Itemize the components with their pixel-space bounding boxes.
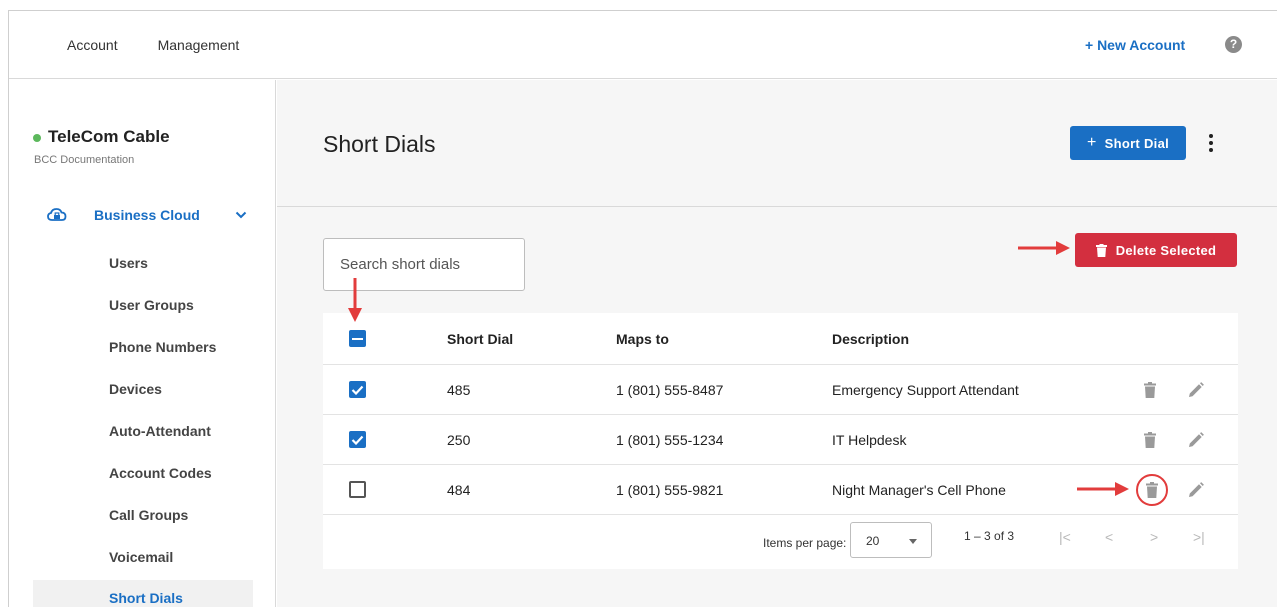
- dropdown-arrow-icon: [909, 539, 917, 544]
- column-header-short-dial[interactable]: Short Dial: [447, 313, 513, 364]
- more-options-icon[interactable]: [1208, 134, 1214, 152]
- items-per-page-select[interactable]: 20: [850, 522, 932, 558]
- nav-management[interactable]: Management: [158, 37, 240, 53]
- trash-icon[interactable]: [1144, 365, 1156, 414]
- table-header-row: Short Dial Maps to Description: [323, 313, 1238, 365]
- status-dot: [33, 134, 41, 142]
- app-window: Account Management + New Account ? TeleC…: [8, 10, 1277, 607]
- cloud-icon: [47, 208, 67, 221]
- org-name: TeleCom Cable: [48, 127, 170, 146]
- paginator: Items per page: 20 1 – 3 of 3 |< < > >|: [323, 515, 1238, 569]
- description-cell: Night Manager's Cell Phone: [832, 481, 1006, 498]
- last-page-icon[interactable]: >|: [1193, 529, 1205, 545]
- short-dials-table: Short Dial Maps to Description 485 1 (80…: [323, 313, 1238, 569]
- sidebar: TeleCom Cable BCC Documentation Business…: [9, 80, 276, 607]
- select-all-checkbox[interactable]: [349, 330, 366, 347]
- sidebar-section-label: Business Cloud: [94, 207, 200, 223]
- annotation-arrow: [348, 278, 362, 322]
- trash-icon[interactable]: [1144, 415, 1156, 464]
- org-subtitle: BCC Documentation: [34, 154, 135, 166]
- sidebar-item-short-dials[interactable]: Short Dials: [33, 580, 253, 607]
- delete-selected-button[interactable]: Delete Selected: [1075, 233, 1237, 267]
- pencil-icon[interactable]: [1188, 365, 1204, 414]
- column-header-maps-to[interactable]: Maps to: [616, 313, 669, 364]
- maps-to-cell: 1 (801) 555-1234: [616, 431, 724, 448]
- pencil-icon[interactable]: [1188, 415, 1204, 464]
- page-header: Short Dials + Short Dial: [277, 80, 1277, 207]
- trash-icon[interactable]: [1136, 465, 1168, 514]
- maps-to-cell: 1 (801) 555-9821: [616, 481, 724, 498]
- description-cell: Emergency Support Attendant: [832, 381, 1019, 398]
- help-icon[interactable]: ?: [1225, 36, 1242, 53]
- table-row: 250 1 (801) 555-1234 IT Helpdesk: [323, 415, 1238, 465]
- annotation-arrow: [1018, 241, 1070, 255]
- page-range: 1 – 3 of 3: [964, 529, 1015, 543]
- prev-page-icon[interactable]: <: [1105, 529, 1113, 545]
- sidebar-item-voicemail[interactable]: Voicemail: [33, 539, 253, 575]
- sidebar-item-auto-attendant[interactable]: Auto-Attendant: [33, 413, 253, 449]
- short-dial-cell: 250: [447, 431, 471, 448]
- sidebar-item-users[interactable]: Users: [33, 245, 253, 281]
- maps-to-cell: 1 (801) 555-8487: [616, 381, 724, 398]
- short-dial-cell: 485: [447, 381, 471, 398]
- sidebar-section-business-cloud[interactable]: Business Cloud: [47, 204, 247, 226]
- plus-icon: +: [1086, 134, 1097, 151]
- chevron-down-icon: [235, 211, 247, 219]
- annotation-arrow: [1077, 482, 1129, 496]
- row-checkbox[interactable]: [349, 481, 366, 498]
- first-page-icon[interactable]: |<: [1059, 529, 1071, 545]
- new-account-link[interactable]: + New Account: [1085, 37, 1185, 53]
- page-title: Short Dials: [323, 131, 436, 157]
- next-page-icon[interactable]: >: [1150, 529, 1158, 545]
- nav-account[interactable]: Account: [67, 37, 118, 53]
- add-short-dial-label: Short Dial: [1104, 135, 1170, 151]
- row-checkbox[interactable]: [349, 431, 366, 448]
- add-short-dial-button[interactable]: + Short Dial: [1070, 126, 1186, 160]
- description-cell: IT Helpdesk: [832, 431, 907, 448]
- delete-selected-label: Delete Selected: [1115, 242, 1217, 258]
- column-header-description[interactable]: Description: [832, 313, 909, 364]
- row-checkbox[interactable]: [349, 381, 366, 398]
- items-per-page-label: Items per page:: [763, 536, 847, 550]
- sidebar-item-call-groups[interactable]: Call Groups: [33, 497, 253, 533]
- table-row: 485 1 (801) 555-8487 Emergency Support A…: [323, 365, 1238, 415]
- trash-icon: [1095, 243, 1107, 257]
- items-per-page-value: 20: [866, 534, 880, 548]
- sidebar-item-phone-numbers[interactable]: Phone Numbers: [33, 329, 253, 365]
- sidebar-item-devices[interactable]: Devices: [33, 371, 253, 407]
- pencil-icon[interactable]: [1188, 465, 1204, 514]
- highlight-ring: [1136, 473, 1168, 506]
- sidebar-item-account-codes[interactable]: Account Codes: [33, 455, 253, 491]
- main-content: Short Dials + Short Dial Delete Selected…: [277, 80, 1277, 607]
- top-nav: Account Management: [67, 37, 239, 53]
- sidebar-item-user-groups[interactable]: User Groups: [33, 287, 253, 323]
- top-bar: Account Management + New Account ?: [9, 11, 1277, 79]
- short-dial-cell: 484: [447, 481, 471, 498]
